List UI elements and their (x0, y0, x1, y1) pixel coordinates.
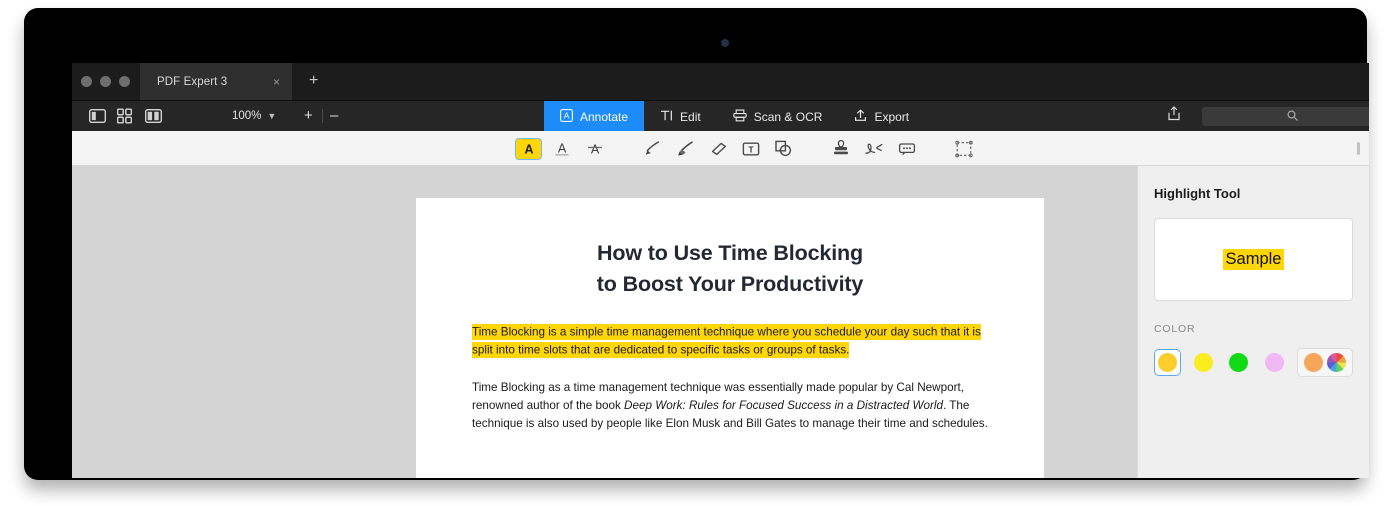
document-tab[interactable]: PDF Expert 3 × (140, 63, 292, 100)
area-select-tool[interactable] (950, 138, 977, 160)
book-title-italic: Deep Work: Rules for Focused Success in … (624, 399, 943, 413)
stamp-tool[interactable] (827, 138, 854, 160)
sidebar-panel-icon[interactable] (89, 109, 106, 123)
camera-notch-icon (721, 39, 729, 47)
tab-export-label: Export (874, 109, 910, 124)
scanner-icon (733, 109, 747, 125)
grid-view-icon[interactable] (117, 108, 132, 124)
sample-preview-box: Sample (1154, 218, 1353, 301)
main-toolbar: 100% ▼ + – A Annotate Edit Scan & OCR Ex… (72, 100, 1369, 132)
maximize-window-button[interactable] (119, 76, 130, 87)
document-viewport[interactable]: How to Use Time Blocking to Boost Your P… (72, 166, 1137, 478)
signature-tool[interactable] (860, 138, 887, 160)
svg-text:A: A (564, 110, 570, 120)
toolbar-divider (322, 109, 323, 123)
tab-bar: PDF Expert 3 × + (72, 63, 1369, 100)
tab-export[interactable]: Export (838, 101, 925, 132)
pdf-expert-window: PDF Expert 3 × + 100% ▼ + – A Annotate E… (72, 63, 1369, 478)
inspector-panel: Highlight Tool Sample COLOR (1137, 166, 1369, 478)
tab-annotate-label: Annotate (580, 109, 629, 124)
body-paragraph[interactable]: Time Blocking as a time management techn… (472, 379, 988, 434)
page-title-line-1: How to Use Time Blocking (597, 241, 863, 265)
eraser-tool[interactable] (704, 138, 731, 160)
strikethrough-tool[interactable]: A (581, 138, 608, 160)
dual-page-icon[interactable] (145, 109, 162, 123)
tab-scan-ocr-label: Scan & OCR (753, 109, 823, 124)
search-icon (1286, 108, 1298, 126)
inspector-title: Highlight Tool (1154, 186, 1241, 201)
custom-color-group (1297, 348, 1354, 377)
svg-text:A: A (590, 142, 599, 156)
annotate-a-icon: A (560, 108, 573, 125)
chevron-down-icon[interactable]: ▼ (267, 111, 276, 121)
annotation-tool-group: A A A T (512, 131, 980, 166)
shapes-tool[interactable] (770, 138, 797, 160)
color-swatch-row (1154, 348, 1354, 377)
zoom-control[interactable]: 100% ▼ (232, 110, 276, 122)
color-section-label: COLOR (1154, 323, 1196, 335)
swatch-dot (1157, 353, 1177, 372)
swatch-dot (1265, 353, 1285, 372)
marker-brush-tool[interactable] (671, 138, 698, 160)
zoom-out-button[interactable]: – (330, 108, 338, 123)
color-swatch-green[interactable] (1226, 349, 1253, 376)
color-swatch-bright-yellow[interactable] (1190, 349, 1217, 376)
toolbar-drag-handle[interactable] (1357, 142, 1360, 155)
highlight-annotation[interactable]: Time Blocking is a simple time managemen… (472, 323, 981, 358)
text-box-tool[interactable]: T (737, 138, 764, 160)
underline-tool[interactable]: A (548, 138, 575, 160)
tab-annotate[interactable]: A Annotate (544, 101, 645, 132)
swatch-dot (1229, 353, 1249, 372)
plus-icon[interactable]: + (309, 73, 318, 89)
zoom-in-button[interactable]: + (304, 108, 313, 123)
recent-color-orange[interactable] (1304, 353, 1324, 372)
document-tab-label: PDF Expert 3 (157, 75, 228, 88)
export-upload-icon (854, 109, 867, 125)
color-swatch-golden-yellow[interactable] (1154, 349, 1181, 376)
swatch-dot (1193, 353, 1213, 372)
laptop-screen-bezel: PDF Expert 3 × + 100% ▼ + – A Annotate E… (24, 8, 1369, 480)
tab-edit-label: Edit (680, 109, 701, 124)
window-traffic-lights (81, 76, 130, 87)
search-input[interactable] (1202, 107, 1369, 126)
highlight-tool[interactable]: A (515, 137, 542, 160)
content-area: How to Use Time Blocking to Boost Your P… (72, 166, 1369, 478)
close-icon[interactable]: × (273, 76, 280, 88)
highlighted-paragraph[interactable]: Time Blocking is a simple time managemen… (472, 323, 988, 360)
minimize-window-button[interactable] (100, 76, 111, 87)
color-wheel-icon[interactable] (1327, 353, 1347, 372)
page-title: How to Use Time Blocking to Boost Your P… (472, 238, 988, 299)
annotation-toolbar: A A A T (72, 131, 1369, 166)
sample-text: Sample (1222, 249, 1285, 270)
close-window-button[interactable] (81, 76, 92, 87)
share-upload-icon[interactable] (1167, 106, 1181, 126)
svg-text:T: T (748, 144, 754, 154)
tab-edit[interactable]: Edit (644, 101, 717, 132)
comment-bubble-tool[interactable] (893, 138, 920, 160)
page-title-line-2: to Boost Your Productivity (596, 271, 864, 296)
pdf-page[interactable]: How to Use Time Blocking to Boost Your P… (416, 198, 1044, 478)
tab-scan-ocr[interactable]: Scan & OCR (717, 101, 839, 132)
mode-tab-group: A Annotate Edit Scan & OCR Export (544, 101, 925, 132)
svg-text:A: A (557, 141, 566, 155)
pen-tool[interactable] (638, 138, 665, 160)
color-swatch-violet-pink[interactable] (1261, 349, 1288, 376)
svg-text:A: A (524, 142, 533, 156)
edit-text-icon (660, 109, 673, 125)
zoom-level-label: 100% (232, 110, 262, 122)
